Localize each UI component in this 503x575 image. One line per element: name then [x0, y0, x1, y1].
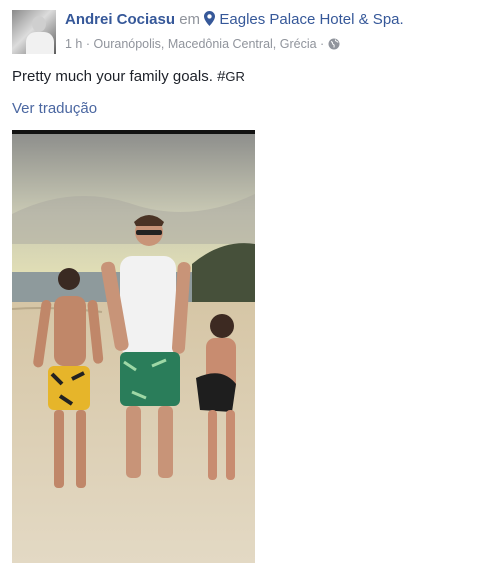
author-name[interactable]: Andrei Cociasu	[65, 11, 175, 28]
location-detail: Ouranópolis, Macedônia Central, Grécia	[93, 37, 317, 51]
meta-separator: ·	[85, 37, 91, 51]
post-time[interactable]: 1 h	[65, 37, 82, 51]
post-meta-line: 1 h · Ouranópolis, Macedônia Central, Gr…	[65, 37, 340, 53]
hashtag-link[interactable]: GR	[225, 69, 245, 84]
post-text: Pretty much your family goals. #GR	[12, 68, 245, 85]
place-link[interactable]: Eagles Palace Hotel & Spa.	[219, 11, 403, 28]
post-header: Andrei Cociasu em Eagles Palace Hotel & …	[12, 10, 492, 56]
post-photo[interactable]	[12, 130, 255, 563]
post-text-body: Pretty much your family goals. #	[12, 68, 226, 85]
map-pin-icon	[204, 11, 216, 30]
post-title-line: Andrei Cociasu em Eagles Palace Hotel & …	[65, 11, 404, 30]
globe-icon[interactable]	[328, 38, 340, 53]
avatar[interactable]	[12, 10, 56, 54]
meta-separator-2: ·	[320, 37, 325, 51]
connector-text: em	[179, 11, 201, 28]
translate-link[interactable]: Ver tradução	[12, 100, 97, 117]
